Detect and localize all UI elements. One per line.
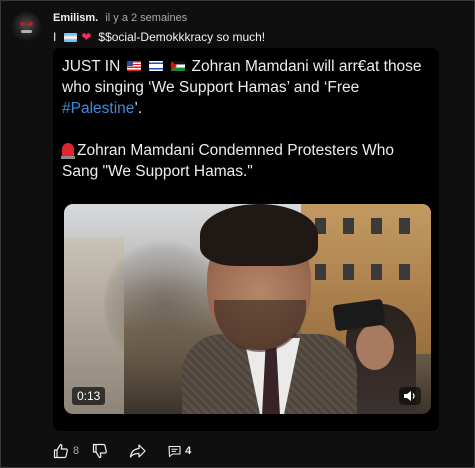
thumbs-down-icon bbox=[93, 443, 107, 459]
transgender-flag-icon bbox=[64, 33, 78, 42]
siren-icon bbox=[61, 143, 75, 159]
post-line1-start: JUST IN bbox=[62, 58, 121, 75]
post-card[interactable]: JUST IN Zohran Mamdani will arr€at those… bbox=[53, 48, 439, 431]
author-name[interactable]: Emilism. bbox=[53, 12, 98, 24]
hashtag-link[interactable]: #Palestine bbox=[62, 100, 134, 117]
comment-body: $$ocial-Demokkkracy so much! bbox=[98, 30, 266, 44]
share-arrow-icon bbox=[130, 444, 146, 458]
comment-text: I ❤ $$ocial-Demokkkracy so much! bbox=[53, 30, 265, 45]
post-text: JUST IN Zohran Mamdani will arr€at those… bbox=[61, 56, 432, 182]
heart-icon: ❤ bbox=[81, 30, 92, 44]
avatar[interactable] bbox=[12, 12, 41, 41]
reply-count: 4 bbox=[185, 445, 192, 457]
comment-prefix: I bbox=[53, 30, 57, 44]
us-flag-icon bbox=[126, 61, 141, 71]
israel-flag-icon bbox=[148, 61, 163, 71]
comment-panel: Emilism. il y a 2 semaines I ❤ $$ocial-D… bbox=[0, 0, 475, 468]
video-duration: 0:13 bbox=[72, 387, 106, 405]
post-line3-end: ’. bbox=[134, 100, 143, 117]
reply-button[interactable]: 4 bbox=[168, 445, 191, 458]
comment-actions: 8 4 bbox=[53, 441, 191, 461]
post-line1-rest: Zohran Mamdani will arr€at those bbox=[191, 58, 422, 75]
share-button[interactable] bbox=[129, 443, 146, 459]
post-line2: who singing ‘We Support Hamas’ and ‘Free bbox=[62, 79, 360, 96]
palestine-flag-icon bbox=[171, 61, 186, 71]
video-player[interactable]: 0:13 bbox=[64, 204, 431, 414]
post-line5: Sang "We Support Hamas." bbox=[62, 163, 253, 180]
thumbs-up-icon bbox=[53, 443, 68, 459]
comment-timestamp[interactable]: il y a 2 semaines bbox=[105, 12, 187, 24]
like-button[interactable]: 8 bbox=[53, 443, 79, 459]
volume-icon[interactable] bbox=[399, 387, 421, 405]
like-count: 8 bbox=[73, 445, 80, 457]
post-line4: Zohran Mamdani Condemned Protesters Who bbox=[77, 142, 395, 159]
comment-meta: Emilism. il y a 2 semaines bbox=[53, 12, 187, 25]
dislike-button[interactable] bbox=[92, 443, 108, 459]
comment-icon bbox=[168, 445, 181, 457]
